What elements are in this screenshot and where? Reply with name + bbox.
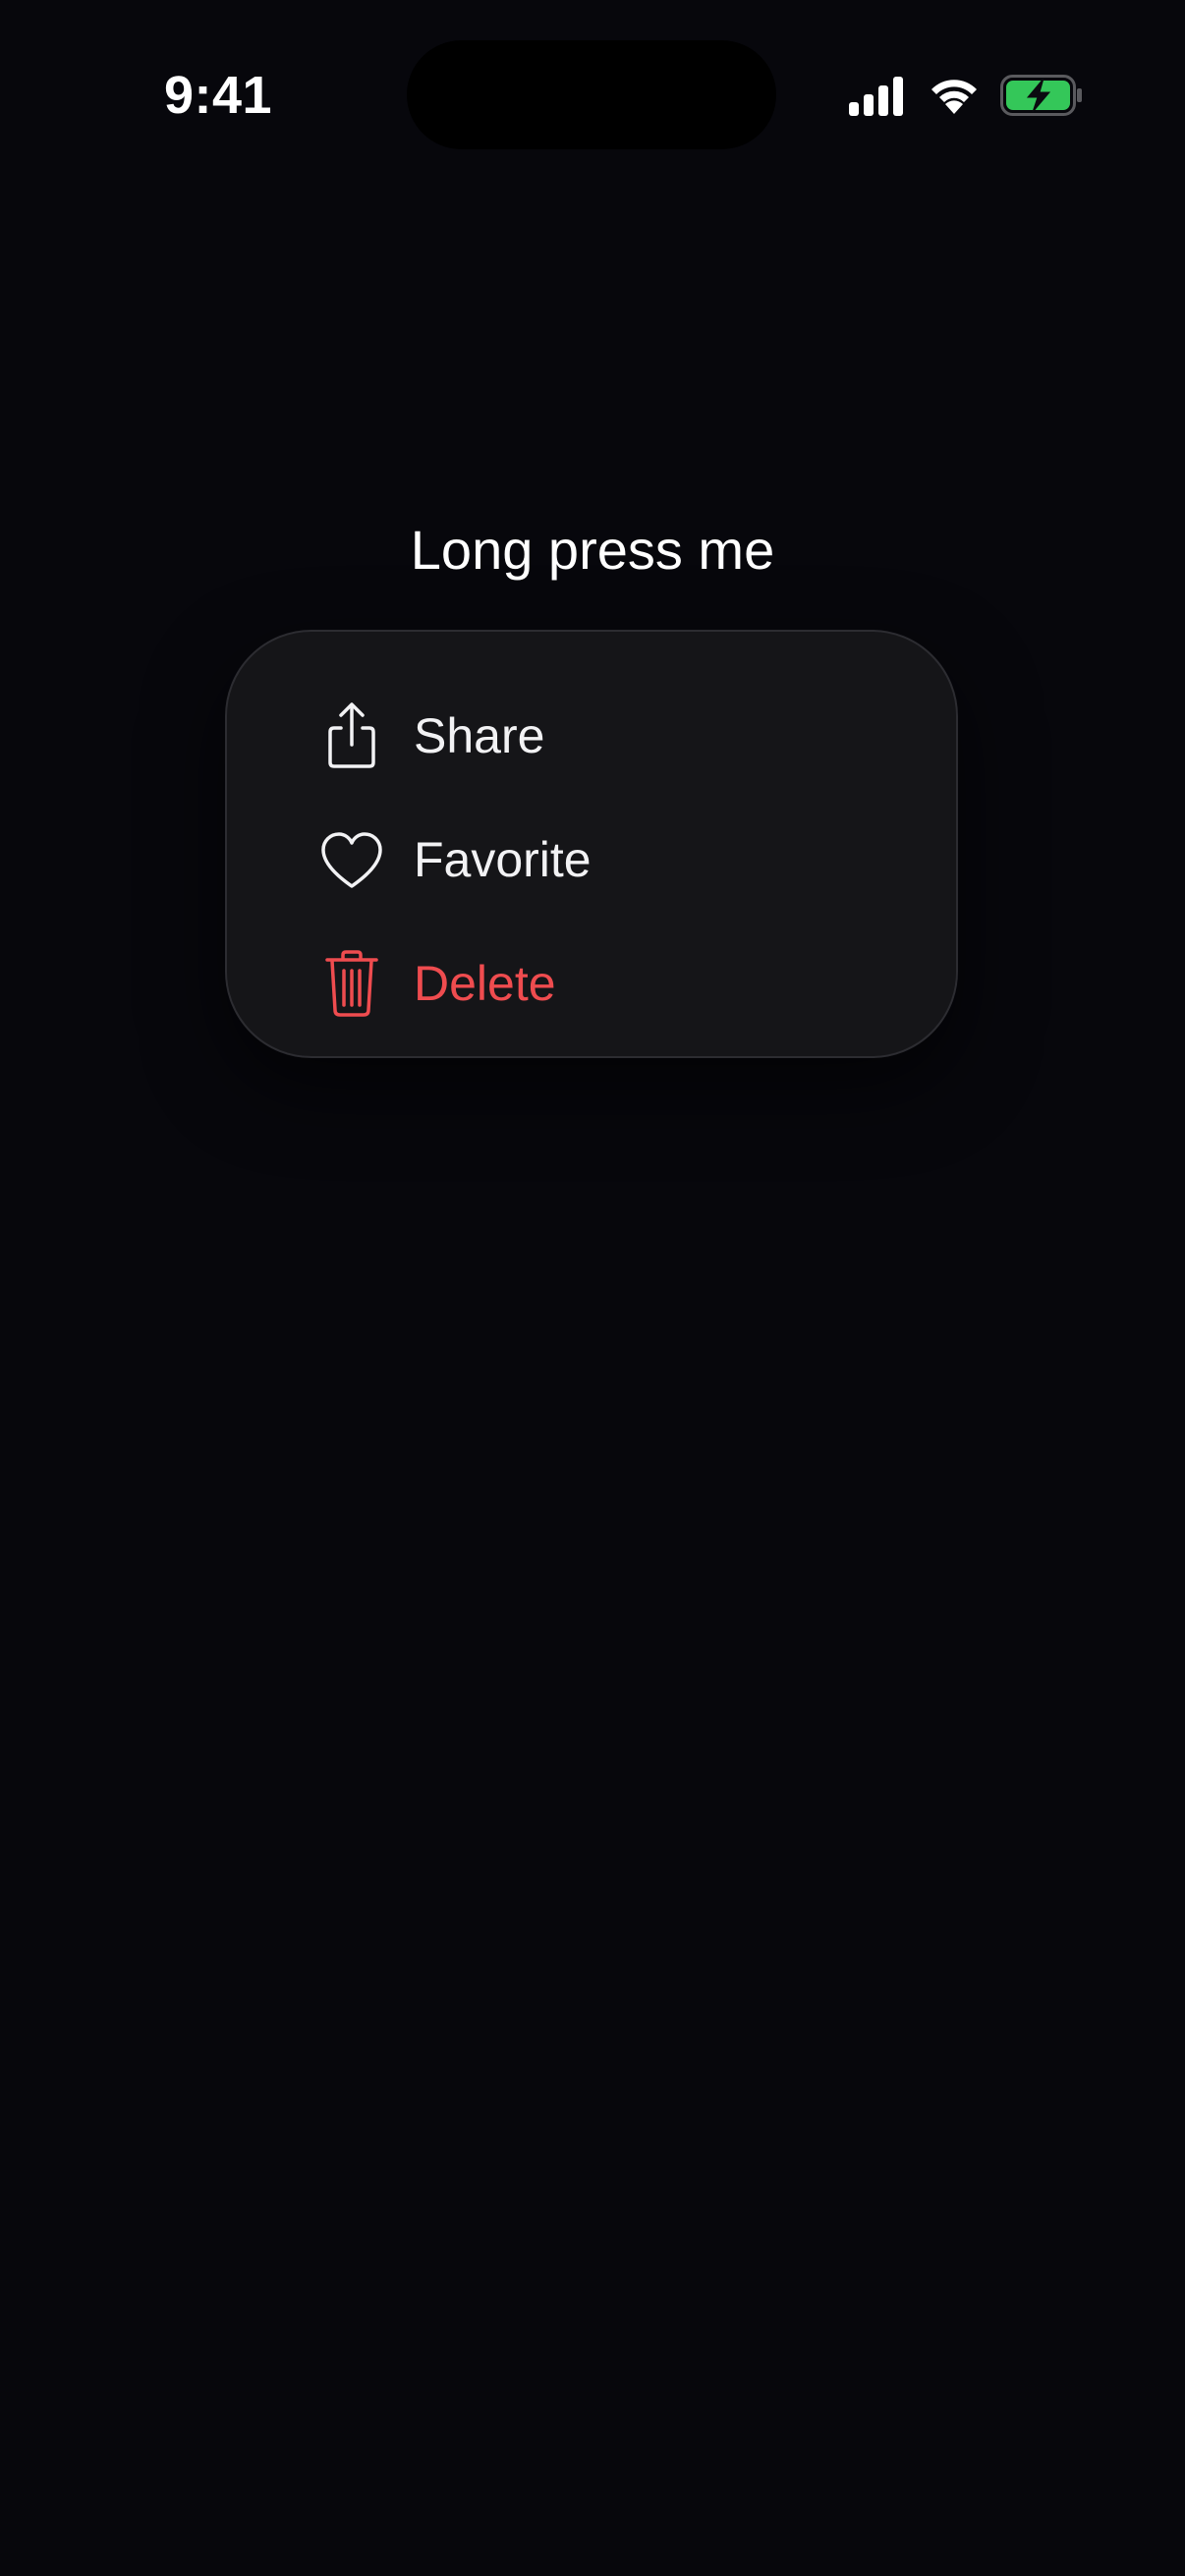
menu-item-favorite[interactable]: Favorite — [227, 798, 956, 922]
menu-item-delete-label: Delete — [414, 956, 556, 1011]
status-time: 9:41 — [164, 66, 273, 125]
long-press-trigger[interactable]: Long press me — [403, 511, 782, 589]
menu-item-share-label: Share — [414, 708, 545, 763]
heart-icon — [321, 832, 382, 888]
screen: 9:41 Long press me Share Favorite Delete — [0, 0, 1185, 2576]
dynamic-island — [407, 40, 776, 149]
menu-item-share[interactable]: Share — [227, 674, 956, 798]
share-icon — [328, 702, 375, 768]
cellular-signal-icon — [849, 77, 903, 116]
battery-charging-icon — [1000, 75, 1082, 116]
trash-icon — [325, 950, 378, 1017]
menu-item-delete[interactable]: Delete — [227, 922, 956, 1045]
context-menu: Share Favorite Delete — [225, 630, 958, 1058]
menu-item-favorite-label: Favorite — [414, 832, 592, 887]
wifi-icon — [931, 80, 977, 114]
